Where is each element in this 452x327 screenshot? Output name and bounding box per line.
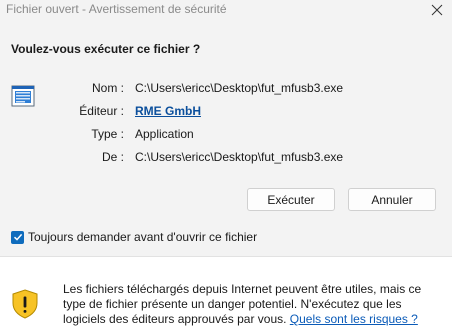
window-title: Fichier ouvert - Avertissement de sécuri… (6, 2, 227, 16)
always-ask-label: Toujours demander avant d'ouvrir ce fich… (28, 230, 258, 244)
field-type-value: Application (135, 127, 194, 141)
field-type-label: Type : (91, 127, 124, 141)
field-name-value: C:\Users\ericc\Desktop\fut_mfusb3.exe (135, 81, 344, 95)
warning-footer: Les fichiers téléchargés depuis Internet… (0, 256, 452, 327)
warning-text: Les fichiers téléchargés depuis Internet… (63, 282, 443, 327)
field-from-label: De : (101, 150, 124, 164)
dialog-question: Voulez-vous exécuter ce fichier ? (11, 42, 201, 56)
run-button[interactable]: Exécuter (247, 188, 335, 211)
title-bar: Fichier ouvert - Avertissement de sécuri… (0, 0, 452, 20)
always-ask-checkbox[interactable] (11, 230, 24, 244)
publisher-link[interactable]: RME GmbH (135, 104, 201, 118)
always-ask-option[interactable]: Toujours demander avant d'ouvrir ce fich… (11, 230, 257, 244)
cancel-button[interactable]: Annuler (348, 188, 436, 211)
close-icon (431, 4, 443, 16)
field-publisher-label: Éditeur : (79, 104, 124, 118)
checkmark-icon (13, 233, 22, 241)
close-button[interactable] (422, 0, 452, 20)
field-from-value: C:\Users\ericc\Desktop\fut_mfusb3.exe (135, 150, 344, 164)
risks-link[interactable]: Quels sont les risques ? (290, 312, 418, 326)
field-name-label: Nom : (91, 81, 124, 95)
shield-warning-icon (10, 289, 40, 322)
application-file-icon (10, 84, 36, 108)
